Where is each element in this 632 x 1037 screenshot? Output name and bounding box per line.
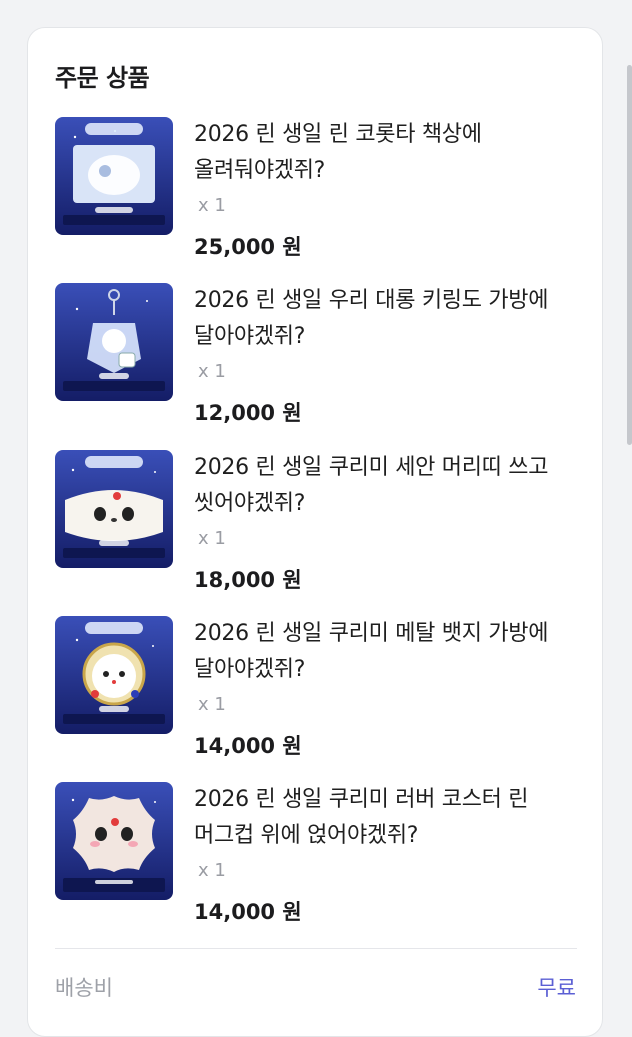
item-title-line1: 2026 린 생일 쿠리미 러버 코스터 린 [194,787,529,812]
item-title-line1: 2026 린 생일 쿠리미 세안 머리띠 쓰고 [194,455,549,480]
shipping-fee-label: 배송비 [55,976,113,1000]
item-title[interactable]: 2026 린 생일 우리 대롱 키링도 가방에 달아야겠쥐? [194,283,589,355]
item-title-line2: 머그컵 위에 얹어야겠쥐? [194,823,419,848]
item-title-line2: 씻어야겠쥐? [194,491,306,516]
shipping-fee-value: 무료 [537,976,576,1000]
item-price: 14,000 원 [194,900,302,924]
order-item[interactable]: 2026 린 생일 쿠리미 메탈 뱃지 가방에 달아야겠쥐? x 1 14,00… [55,616,575,766]
item-title-line1: 2026 린 생일 린 코롯타 책상에 [194,122,482,147]
item-title[interactable]: 2026 린 생일 린 코롯타 책상에 올려둬야겠쥐? [194,117,589,189]
product-thumbnail-headband[interactable] [55,450,173,568]
item-quantity: x 1 [198,860,226,881]
order-item[interactable]: 2026 린 생일 쿠리미 세안 머리띠 쓰고 씻어야겠쥐? x 1 18,00… [55,450,575,600]
product-thumbnail-coaster-card[interactable] [55,117,173,235]
section-title: 주문 상품 [55,64,150,92]
order-item[interactable]: 2026 린 생일 린 코롯타 책상에 올려둬야겠쥐? x 1 25,000 원 [55,117,575,267]
item-title[interactable]: 2026 린 생일 쿠리미 러버 코스터 린 머그컵 위에 얹어야겠쥐? [194,782,589,854]
item-title-line1: 2026 린 생일 우리 대롱 키링도 가방에 [194,288,549,313]
scrollbar[interactable] [627,65,632,445]
item-price: 18,000 원 [194,568,302,592]
product-thumbnail-rubber-coaster[interactable] [55,782,173,900]
item-price: 12,000 원 [194,401,302,425]
order-item[interactable]: 2026 린 생일 우리 대롱 키링도 가방에 달아야겠쥐? x 1 12,00… [55,283,575,433]
order-item[interactable]: 2026 린 생일 쿠리미 러버 코스터 린 머그컵 위에 얹어야겠쥐? x 1… [55,782,575,932]
item-title-line2: 달아야겠쥐? [194,657,306,682]
item-title-line1: 2026 린 생일 쿠리미 메탈 뱃지 가방에 [194,621,549,646]
divider [55,948,577,949]
item-price: 25,000 원 [194,235,302,259]
order-items-card: 주문 상품 2026 린 생일 린 코롯타 책상에 올려둬야겠쥐? x 1 25… [27,27,603,1037]
item-title[interactable]: 2026 린 생일 쿠리미 메탈 뱃지 가방에 달아야겠쥐? [194,616,589,688]
product-thumbnail-keyring[interactable] [55,283,173,401]
item-title-line2: 올려둬야겠쥐? [194,158,326,183]
item-quantity: x 1 [198,195,226,216]
item-price: 14,000 원 [194,734,302,758]
item-title-line2: 달아야겠쥐? [194,324,306,349]
product-thumbnail-metal-badge[interactable] [55,616,173,734]
item-quantity: x 1 [198,694,226,715]
item-quantity: x 1 [198,528,226,549]
item-quantity: x 1 [198,361,226,382]
item-title[interactable]: 2026 린 생일 쿠리미 세안 머리띠 쓰고 씻어야겠쥐? [194,450,589,522]
